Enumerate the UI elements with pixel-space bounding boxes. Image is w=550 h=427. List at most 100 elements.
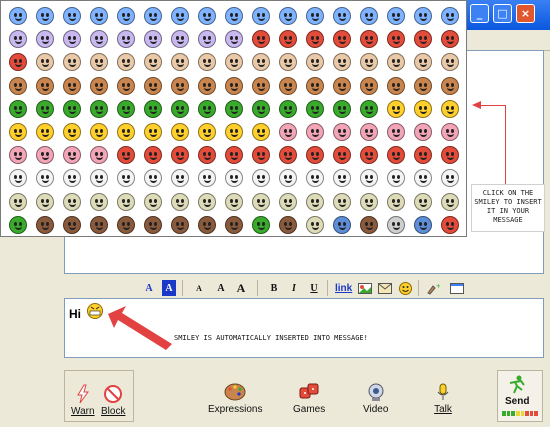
smiley-cell[interactable] [329,212,355,238]
smiley-cell[interactable] [140,26,166,52]
smiley-cell[interactable] [32,3,58,29]
smiley-cell[interactable] [383,96,409,122]
smiley-cell[interactable] [302,212,328,238]
smiley-cell[interactable] [167,189,193,215]
smiley-cell[interactable] [356,189,382,215]
smiley-cell[interactable] [86,26,112,52]
smiley-cell[interactable] [302,189,328,215]
smiley-cell[interactable] [59,3,85,29]
smiley-cell[interactable] [86,119,112,145]
smiley-cell[interactable] [221,96,247,122]
link-button[interactable]: link [335,280,352,296]
smiley-cell[interactable] [275,26,301,52]
smiley-cell[interactable] [329,142,355,168]
smiley-cell[interactable] [5,26,31,52]
smiley-cell[interactable] [437,96,463,122]
smiley-cell[interactable] [167,26,193,52]
smiley-cell[interactable] [410,3,436,29]
smiley-cell[interactable] [410,119,436,145]
image-icon[interactable] [358,280,372,296]
smiley-cell[interactable] [356,26,382,52]
smiley-cell[interactable] [113,73,139,99]
smiley-cell[interactable] [437,49,463,75]
smiley-cell[interactable] [275,119,301,145]
smiley-cell[interactable] [221,212,247,238]
smiley-cell[interactable] [275,73,301,99]
smiley-cell[interactable] [221,189,247,215]
smiley-cell[interactable] [410,96,436,122]
smiley-cell[interactable] [32,49,58,75]
smiley-cell[interactable] [113,26,139,52]
smiley-cell[interactable] [86,142,112,168]
smiley-cell[interactable] [275,142,301,168]
smiley-cell[interactable] [356,3,382,29]
smiley-cell[interactable] [32,189,58,215]
smiley-cell[interactable] [5,96,31,122]
font-button[interactable]: A [214,280,228,296]
smiley-cell[interactable] [248,26,274,52]
smiley-cell[interactable] [302,96,328,122]
smiley-cell[interactable] [356,73,382,99]
games-button[interactable]: Games [293,382,325,415]
smiley-cell[interactable] [437,26,463,52]
smiley-cell[interactable] [410,212,436,238]
smiley-cell[interactable] [113,49,139,75]
smiley-cell[interactable] [86,189,112,215]
smiley-cell[interactable] [248,73,274,99]
smiley-cell[interactable] [113,119,139,145]
smiley-cell[interactable] [86,165,112,191]
smiley-cell[interactable] [32,212,58,238]
smiley-cell[interactable] [194,73,220,99]
smiley-cell[interactable] [5,142,31,168]
smiley-cell[interactable] [248,189,274,215]
smiley-cell[interactable] [437,189,463,215]
smiley-cell[interactable] [59,49,85,75]
smiley-cell[interactable] [410,165,436,191]
smiley-cell[interactable] [356,165,382,191]
smiley-cell[interactable] [59,26,85,52]
smiley-cell[interactable] [383,212,409,238]
smiley-cell[interactable] [437,73,463,99]
smiley-cell[interactable] [59,142,85,168]
smiley-cell[interactable] [248,142,274,168]
smiley-cell[interactable] [140,49,166,75]
smiley-cell[interactable] [32,96,58,122]
smiley-cell[interactable] [248,49,274,75]
smiley-cell[interactable] [167,73,193,99]
smiley-cell[interactable] [275,165,301,191]
smiley-cell[interactable] [140,3,166,29]
smiley-cell[interactable] [167,3,193,29]
smiley-cell[interactable] [248,3,274,29]
send-button[interactable]: Send [505,374,529,407]
smiley-cell[interactable] [221,165,247,191]
smiley-cell[interactable] [410,142,436,168]
smiley-cell[interactable] [5,49,31,75]
smiley-cell[interactable] [59,189,85,215]
smiley-cell[interactable] [194,3,220,29]
smiley-cell[interactable] [59,165,85,191]
smiley-cell[interactable] [302,119,328,145]
smiley-cell[interactable] [5,165,31,191]
smiley-cell[interactable] [221,73,247,99]
smiley-cell[interactable] [113,165,139,191]
smiley-cell[interactable] [248,96,274,122]
smiley-cell[interactable] [140,96,166,122]
smiley-cell[interactable] [329,3,355,29]
smiley-cell[interactable] [356,142,382,168]
smiley-cell[interactable] [140,119,166,145]
smiley-cell[interactable] [275,3,301,29]
smiley-cell[interactable] [113,189,139,215]
smiley-cell[interactable] [221,3,247,29]
smiley-cell[interactable] [356,49,382,75]
smiley-cell[interactable] [302,26,328,52]
smiley-cell[interactable] [59,119,85,145]
smiley-cell[interactable] [329,49,355,75]
minimize-button[interactable]: _ [470,4,489,23]
smiley-cell[interactable] [167,212,193,238]
smiley-cell[interactable] [302,142,328,168]
smiley-cell[interactable] [5,212,31,238]
smiley-cell[interactable] [32,73,58,99]
envelope-icon[interactable] [378,280,392,296]
smiley-cell[interactable] [113,212,139,238]
smiley-cell[interactable] [194,26,220,52]
